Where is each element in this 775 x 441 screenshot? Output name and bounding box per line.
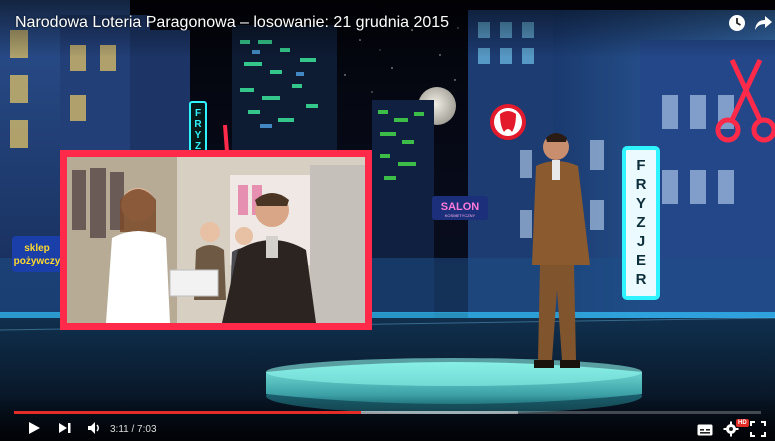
video-player[interactable]: FRYZJ FRYZJER SALON KOSMETYCZNY sklep po… [0,0,775,441]
shop-sign: sklep pożywczy [12,236,62,272]
video-frame[interactable]: FRYZJ FRYZJER SALON KOSMETYCZNY sklep po… [0,0,775,441]
svg-text:FRYZJER: FRYZJER [636,157,647,288]
clock-icon[interactable] [727,13,747,33]
salon-sign-subtext: KOSMETYCZNY [445,213,476,218]
share-arrow-icon[interactable] [753,13,773,33]
shop-sign-line2: pożywczy [14,256,61,267]
progress-bar[interactable] [14,411,761,414]
hd-badge: HD [736,419,749,427]
subtitles-icon[interactable] [697,423,713,436]
next-icon[interactable] [57,421,73,435]
time-display: 3:11 / 7:03 [110,424,157,435]
fullscreen-icon[interactable] [750,421,766,437]
progress-played [14,411,362,414]
volume-icon[interactable] [86,420,104,436]
vertical-sign-right: FRYZJER [622,146,660,300]
salon-sign: SALON KOSMETYCZNY [432,196,488,220]
inset-video-panel [60,150,372,330]
video-title[interactable]: Narodowa Loteria Paragonowa – losowanie:… [15,14,449,32]
play-icon[interactable] [26,420,42,436]
tooth-neon-sign [490,104,526,140]
shop-sign-line1: sklep [24,243,50,254]
salon-sign-text: SALON [441,201,480,213]
